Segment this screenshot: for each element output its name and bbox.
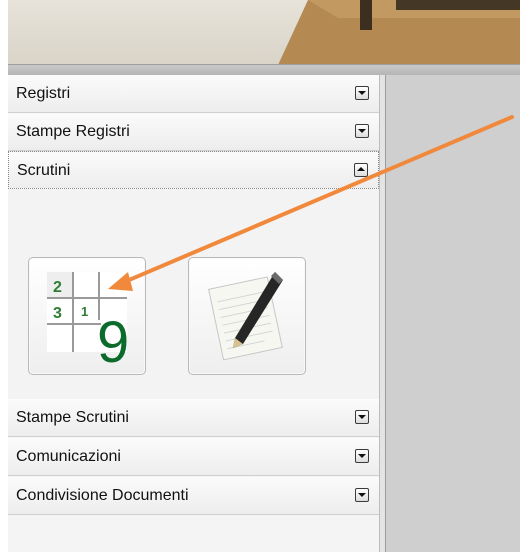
section-label: Scrutini bbox=[17, 162, 71, 179]
scrutini-edit-button[interactable] bbox=[188, 257, 306, 375]
header-bottom-bar bbox=[8, 64, 520, 75]
grid-big-digit: 9 bbox=[97, 310, 129, 374]
section-label: Registri bbox=[16, 85, 71, 102]
section-label: Comunicazioni bbox=[16, 448, 121, 465]
grid-digit: 3 bbox=[53, 305, 62, 322]
collapse-toggle-icon[interactable] bbox=[354, 163, 368, 177]
notepad-pencil-icon bbox=[208, 272, 283, 361]
splitter-handle[interactable] bbox=[379, 75, 386, 552]
section-label: Stampe Registri bbox=[16, 123, 130, 140]
header-banner bbox=[8, 0, 520, 65]
grid-numbers-icon: 2 3 1 9 bbox=[47, 272, 129, 375]
grid-digit: 2 bbox=[53, 279, 62, 296]
banner-decoration bbox=[278, 0, 520, 65]
scrutini-panel: 2 3 1 9 bbox=[8, 189, 379, 399]
expand-toggle-icon[interactable] bbox=[355, 410, 369, 424]
section-scrutini[interactable]: Scrutini bbox=[8, 151, 379, 189]
expand-toggle-icon[interactable] bbox=[355, 124, 369, 138]
expand-toggle-icon[interactable] bbox=[355, 449, 369, 463]
section-stampe-scrutini[interactable]: Stampe Scrutini bbox=[8, 399, 379, 437]
section-label: Condivisione Documenti bbox=[16, 487, 189, 504]
sidebar-accordion: Registri Stampe Registri Scrutini 2 3 1 … bbox=[8, 75, 379, 552]
section-stampe-registri[interactable]: Stampe Registri bbox=[8, 113, 379, 151]
section-label: Stampe Scrutini bbox=[16, 409, 129, 426]
scrutini-grid-button[interactable]: 2 3 1 9 bbox=[28, 257, 146, 375]
grid-digit: 1 bbox=[81, 304, 88, 319]
main-content-pane bbox=[386, 75, 520, 552]
section-registri[interactable]: Registri bbox=[8, 75, 379, 113]
expand-toggle-icon[interactable] bbox=[355, 86, 369, 100]
section-comunicazioni[interactable]: Comunicazioni bbox=[8, 438, 379, 476]
section-condivisione-documenti[interactable]: Condivisione Documenti bbox=[8, 477, 379, 515]
expand-toggle-icon[interactable] bbox=[355, 488, 369, 502]
